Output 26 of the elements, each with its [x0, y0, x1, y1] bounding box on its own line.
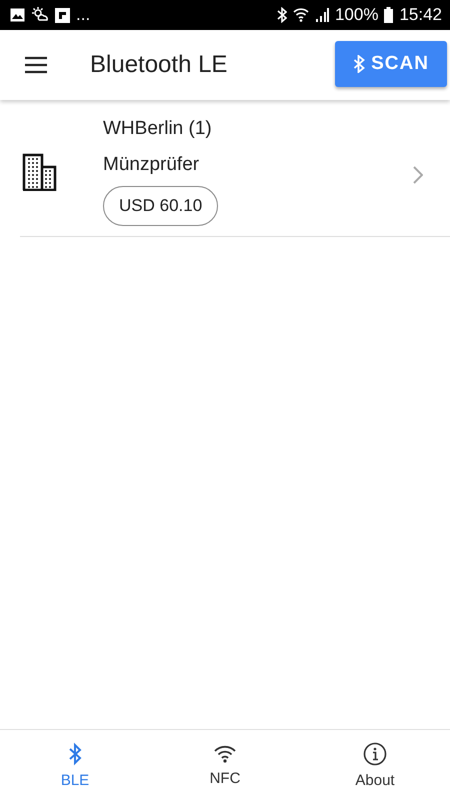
image-icon: [10, 8, 25, 22]
amount-chip: USD 60.10: [103, 186, 218, 226]
wifi-icon: [213, 744, 237, 764]
clock: 15:42: [399, 5, 442, 25]
nav-tab[interactable]: BLE: [0, 730, 150, 800]
battery-icon: [384, 7, 394, 23]
wifi-icon: [292, 7, 309, 23]
nav-tab[interactable]: NFC: [150, 730, 300, 800]
weather-icon: [31, 7, 49, 23]
signal-icon: [314, 8, 329, 22]
menu-icon[interactable]: [24, 56, 48, 74]
app-icon: [55, 8, 70, 22]
scan-button[interactable]: SCAN: [335, 40, 447, 86]
battery-percent: 100%: [334, 5, 378, 25]
app-title: Bluetooth LE: [90, 51, 228, 79]
info-icon: [363, 742, 387, 766]
nav-tab[interactable]: About: [300, 730, 450, 800]
chevron-right-icon: [413, 166, 423, 184]
more-notifications: ...: [76, 5, 90, 25]
device-type: Münzprüfer: [103, 154, 200, 176]
bluetooth-icon: [276, 7, 287, 23]
bluetooth-icon: [68, 742, 82, 766]
building-icon: [22, 153, 58, 191]
device-name: WHBerlin (1): [103, 118, 212, 140]
device-list-item[interactable]: WHBerlin (1) Münzprüfer USD 60.10: [20, 100, 450, 237]
bluetooth-icon: [353, 54, 366, 72]
